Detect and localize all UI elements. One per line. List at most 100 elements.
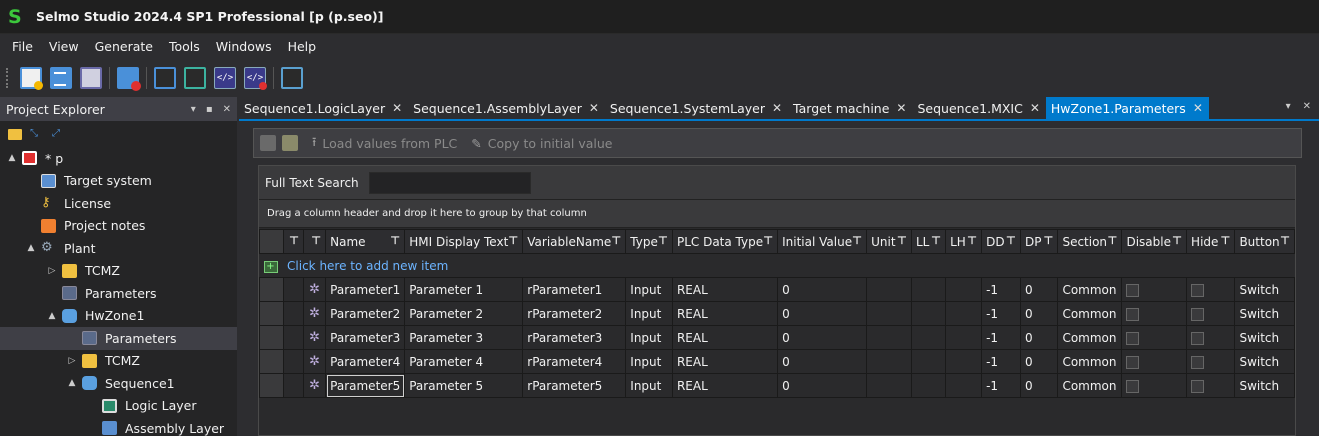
filter-icon[interactable]: ⊤ bbox=[1220, 234, 1230, 247]
cell-type[interactable]: Input bbox=[625, 277, 673, 302]
cell-button[interactable]: Switch bbox=[1234, 373, 1295, 398]
cell-button[interactable]: Switch bbox=[1234, 277, 1295, 302]
tab-close-icon[interactable]: ✕ bbox=[1030, 101, 1040, 115]
cell-lh[interactable] bbox=[945, 277, 983, 302]
cell-settings[interactable]: ✲ bbox=[303, 301, 327, 326]
code-icon[interactable]: </> bbox=[214, 67, 236, 89]
cell-button[interactable]: Switch bbox=[1234, 301, 1295, 326]
column-header-unit[interactable]: Unit ⊤ bbox=[866, 229, 912, 254]
cell-var[interactable]: rParameter4 bbox=[522, 349, 627, 374]
new-item-row[interactable]: + Click here to add new item bbox=[259, 253, 1295, 278]
expand-toggle-icon[interactable]: ▷ bbox=[46, 266, 58, 276]
tab-sequence1-mxic[interactable]: Sequence1.MXIC ✕ bbox=[912, 97, 1045, 119]
hide-checkbox[interactable] bbox=[1191, 379, 1205, 393]
cell-blank[interactable] bbox=[282, 277, 305, 302]
tab-sequence1-logiclayer[interactable]: Sequence1.LogicLayer ✕ bbox=[239, 97, 408, 119]
filter-icon[interactable]: ⊤ bbox=[763, 234, 773, 247]
menu-file[interactable]: File bbox=[4, 34, 41, 60]
cell-dp[interactable]: 0 bbox=[1019, 277, 1059, 302]
code-red-icon[interactable]: </> bbox=[244, 67, 267, 90]
paste-icon[interactable] bbox=[282, 135, 298, 151]
cell-dp[interactable]: 0 bbox=[1019, 325, 1059, 350]
cell-section[interactable]: Common bbox=[1057, 301, 1123, 326]
filter-icon[interactable]: ⊤ bbox=[1006, 234, 1016, 247]
tab-sequence1-systemlayer[interactable]: Sequence1.SystemLayer ✕ bbox=[605, 97, 788, 119]
cell-blank[interactable] bbox=[282, 349, 305, 374]
filter-icon[interactable]: ⊤ bbox=[1172, 234, 1182, 247]
tree-item-tcmz[interactable]: ▷ TCMZ bbox=[0, 260, 237, 283]
cell-name[interactable]: Parameter4 bbox=[325, 349, 406, 374]
tree-item-parameters[interactable]: Parameters bbox=[0, 327, 237, 350]
cell-var[interactable]: rParameter2 bbox=[522, 301, 627, 326]
cell-section[interactable]: Common bbox=[1057, 373, 1123, 398]
tab-sequence1-assemblylayer[interactable]: Sequence1.AssemblyLayer ✕ bbox=[408, 97, 605, 119]
expand-toggle-icon[interactable]: ▷ bbox=[66, 356, 78, 366]
tab-close-icon[interactable]: ✕ bbox=[896, 101, 906, 115]
cell-dd[interactable]: -1 bbox=[981, 301, 1021, 326]
table-row[interactable]: ✲ Parameter3 Parameter 3 rParameter3 Input RE… bbox=[259, 325, 1295, 350]
column-header-section[interactable]: Section ⊤ bbox=[1057, 229, 1123, 254]
search-input[interactable] bbox=[368, 171, 531, 194]
cell-settings[interactable]: ✲ bbox=[303, 277, 327, 302]
column-header-plc-data-type[interactable]: PLC Data Type ⊤ bbox=[671, 229, 779, 254]
gear-icon[interactable]: ✲ bbox=[308, 330, 321, 345]
copy-icon[interactable] bbox=[260, 135, 276, 151]
table-row[interactable]: ✲ Parameter1 Parameter 1 rParameter1 Input RE… bbox=[259, 277, 1295, 302]
cell-section[interactable]: Common bbox=[1057, 349, 1123, 374]
cell-plc[interactable]: REAL bbox=[671, 277, 779, 302]
filter-icon[interactable]: ⊤ bbox=[390, 234, 400, 247]
tree-item-project-notes[interactable]: Project notes bbox=[0, 215, 237, 238]
tab-close-icon[interactable]: ✕ bbox=[392, 101, 402, 115]
cell-lh[interactable] bbox=[945, 301, 983, 326]
cell-settings[interactable]: ✲ bbox=[303, 325, 327, 350]
expand-toggle-icon[interactable]: ▲ bbox=[6, 153, 18, 163]
column-header-initial-value[interactable]: Initial Value ⊤ bbox=[777, 229, 868, 254]
cell-unit[interactable] bbox=[866, 301, 912, 326]
filter-icon[interactable]: ⊤ bbox=[897, 234, 907, 247]
cell-section[interactable]: Common bbox=[1057, 277, 1123, 302]
collapse-icon[interactable]: ⤡ bbox=[30, 128, 44, 140]
menu-help[interactable]: Help bbox=[280, 34, 325, 60]
column-header-lh[interactable]: LH ⊤ bbox=[945, 229, 983, 254]
table-row[interactable]: ✲ Parameter2 Parameter 2 rParameter2 Input RE… bbox=[259, 301, 1295, 326]
filter-icon[interactable]: ⊤ bbox=[852, 234, 862, 247]
row-indicator[interactable] bbox=[259, 325, 284, 350]
tree-item-license[interactable]: ⚷ License bbox=[0, 192, 237, 215]
column-header-ll[interactable]: LL ⊤ bbox=[910, 229, 947, 254]
column-header-variablename[interactable]: VariableName ⊤ bbox=[522, 229, 627, 254]
cell-dp[interactable]: 0 bbox=[1019, 349, 1059, 374]
cell-dp[interactable]: 0 bbox=[1019, 301, 1059, 326]
column-header-name[interactable]: Name ⊤ bbox=[325, 229, 406, 254]
home-icon[interactable] bbox=[281, 67, 303, 89]
row-indicator[interactable] bbox=[259, 277, 284, 302]
cell-hmi[interactable]: Parameter 4 bbox=[404, 349, 524, 374]
tree-item-assembly-layer[interactable]: Assembly Layer bbox=[0, 417, 237, 436]
filter-icon[interactable]: ⊤ bbox=[289, 234, 299, 247]
filter-icon[interactable]: ⊤ bbox=[1107, 234, 1117, 247]
cell-init[interactable]: 0 bbox=[777, 325, 868, 350]
gear-icon[interactable]: ✲ bbox=[308, 282, 321, 297]
copy-initial-button[interactable]: ✎ Copy to initial value bbox=[471, 136, 612, 151]
tree-item-logic-layer[interactable]: Logic Layer bbox=[0, 395, 237, 418]
expand-icon[interactable]: ⤢ bbox=[52, 128, 66, 140]
load-values-button[interactable]: ⭱ Load values from PLC bbox=[312, 133, 457, 154]
column-header-disable[interactable]: Disable ⊤ bbox=[1121, 229, 1188, 254]
tab-close-icon[interactable]: ✕ bbox=[772, 101, 782, 115]
hide-checkbox[interactable] bbox=[1191, 331, 1205, 345]
tree-item-sequence1[interactable]: ▲ Sequence1 bbox=[0, 372, 237, 395]
cell-type[interactable]: Input bbox=[625, 301, 673, 326]
toolbar-grip[interactable] bbox=[6, 68, 10, 88]
close-project-icon[interactable] bbox=[117, 67, 141, 91]
row-indicator[interactable] bbox=[259, 349, 284, 374]
menu-generate[interactable]: Generate bbox=[87, 34, 161, 60]
cell-ll[interactable] bbox=[910, 373, 947, 398]
tab-list-icon[interactable]: ▾ bbox=[1286, 101, 1291, 112]
cell-unit[interactable] bbox=[866, 349, 912, 374]
cell-plc[interactable]: REAL bbox=[671, 325, 779, 350]
filter-icon[interactable]: ⊤ bbox=[508, 234, 518, 247]
cell-plc[interactable]: REAL bbox=[671, 373, 779, 398]
table-row[interactable]: ✲ Parameter4 Parameter 4 rParameter4 Input RE… bbox=[259, 349, 1295, 374]
expand-toggle-icon[interactable]: ▲ bbox=[46, 311, 58, 321]
close-all-icon[interactable]: ✕ bbox=[1303, 101, 1311, 112]
cell-ll[interactable] bbox=[910, 325, 947, 350]
